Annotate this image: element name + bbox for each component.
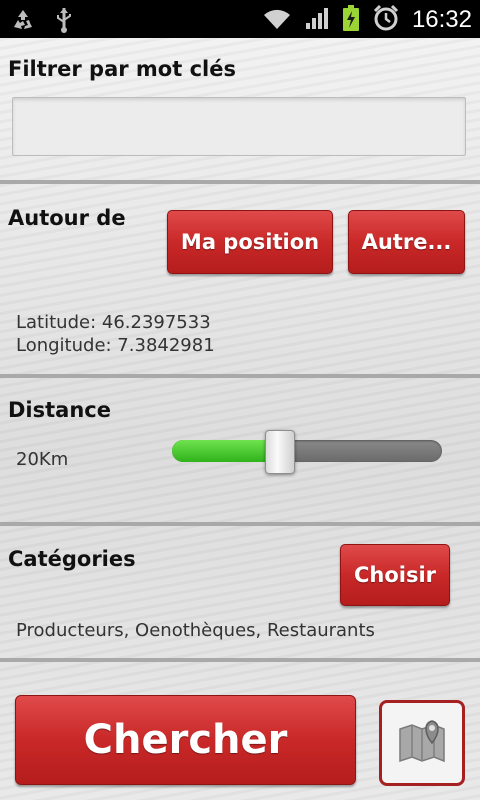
my-position-button[interactable]: Ma position — [167, 210, 333, 274]
map-pin-icon — [394, 713, 450, 773]
around-heading: Autour de — [8, 206, 126, 230]
clock-time: 16:32 — [411, 6, 472, 33]
usb-icon — [54, 6, 74, 38]
section-divider — [0, 180, 480, 184]
status-bar: 16:32 — [0, 0, 480, 38]
distance-slider-track[interactable] — [172, 440, 442, 462]
wifi-icon — [262, 5, 292, 35]
choose-categories-label: Choisir — [353, 563, 437, 587]
recycle-icon — [10, 7, 36, 37]
alarm-icon — [372, 4, 400, 36]
other-location-button[interactable]: Autre... — [348, 210, 465, 274]
choose-categories-button[interactable]: Choisir — [340, 544, 450, 606]
longitude-text: Longitude: 7.3842981 — [16, 335, 215, 356]
keyword-input[interactable] — [12, 97, 466, 156]
signal-icon — [304, 5, 330, 35]
filter-heading: Filtrer par mot clés — [8, 57, 236, 81]
other-location-label: Autre... — [361, 230, 452, 254]
distance-slider-fill — [172, 440, 280, 462]
my-position-label: Ma position — [180, 230, 320, 254]
distance-value: 20Km — [16, 449, 69, 470]
search-button-label: Chercher — [83, 717, 288, 763]
latitude-text: Latitude: 46.2397533 — [16, 312, 211, 333]
map-button[interactable] — [379, 700, 465, 786]
section-divider — [0, 522, 480, 526]
categories-heading: Catégories — [8, 547, 136, 571]
distance-slider-thumb[interactable] — [265, 430, 295, 474]
section-divider — [0, 658, 480, 662]
section-divider — [0, 374, 480, 378]
battery-charging-icon — [342, 4, 360, 36]
search-button[interactable]: Chercher — [15, 695, 356, 785]
selected-categories-text: Producteurs, Oenothèques, Restaurants — [16, 620, 375, 641]
distance-heading: Distance — [8, 398, 111, 422]
